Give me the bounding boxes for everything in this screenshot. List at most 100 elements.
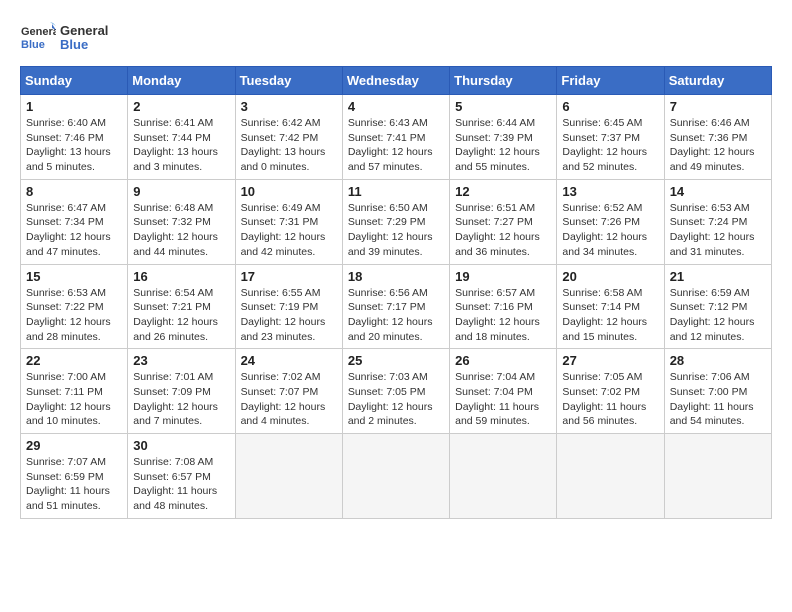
day-number: 2: [133, 99, 229, 114]
day-info: Sunrise: 7:01 AMSunset: 7:09 PMDaylight:…: [133, 370, 229, 429]
day-number: 9: [133, 184, 229, 199]
calendar-cell: 6 Sunrise: 6:45 AMSunset: 7:37 PMDaylight…: [557, 95, 664, 180]
day-number: 16: [133, 269, 229, 284]
svg-text:Blue: Blue: [21, 39, 45, 51]
calendar-week-row: 1 Sunrise: 6:40 AMSunset: 7:46 PMDaylight…: [21, 95, 772, 180]
calendar-cell: 7 Sunrise: 6:46 AMSunset: 7:36 PMDaylight…: [664, 95, 771, 180]
day-info: Sunrise: 7:07 AMSunset: 6:59 PMDaylight:…: [26, 455, 122, 514]
calendar-cell: 21Sunrise: 6:59 AMSunset: 7:12 PMDayligh…: [664, 264, 771, 349]
day-info: Sunrise: 7:03 AMSunset: 7:05 PMDaylight:…: [348, 370, 444, 429]
calendar-cell: 16 Sunrise: 6:54 AMSunset: 7:21 PMDayligh…: [128, 264, 235, 349]
day-info: Sunrise: 6:51 AMSunset: 7:27 PMDaylight:…: [455, 201, 551, 260]
calendar-cell: 25 Sunrise: 7:03 AMSunset: 7:05 PMDayligh…: [342, 349, 449, 434]
logo: General Blue General Blue: [20, 20, 108, 56]
day-number: 26: [455, 353, 551, 368]
day-info: Sunrise: 6:40 AMSunset: 7:46 PMDaylight:…: [26, 116, 122, 175]
day-number: 15: [26, 269, 122, 284]
calendar-cell: 2 Sunrise: 6:41 AMSunset: 7:44 PMDaylight…: [128, 95, 235, 180]
day-number: 17: [241, 269, 337, 284]
column-header-saturday: Saturday: [664, 67, 771, 95]
column-header-sunday: Sunday: [21, 67, 128, 95]
day-number: 28: [670, 353, 766, 368]
svg-text:General: General: [21, 26, 56, 38]
calendar-cell: 11 Sunrise: 6:50 AMSunset: 7:29 PMDayligh…: [342, 179, 449, 264]
day-number: 3: [241, 99, 337, 114]
day-info: Sunrise: 6:59 AMSunset: 7:12 PMDaylight:…: [670, 286, 766, 345]
calendar-cell: 15 Sunrise: 6:53 AMSunset: 7:22 PMDayligh…: [21, 264, 128, 349]
day-number: 20: [562, 269, 658, 284]
column-header-tuesday: Tuesday: [235, 67, 342, 95]
day-info: Sunrise: 6:58 AMSunset: 7:14 PMDaylight:…: [562, 286, 658, 345]
column-header-friday: Friday: [557, 67, 664, 95]
calendar-cell: 24Sunrise: 7:02 AMSunset: 7:07 PMDayligh…: [235, 349, 342, 434]
calendar-cell: [342, 434, 449, 519]
calendar-cell: 8Sunrise: 6:47 AMSunset: 7:34 PMDaylight…: [21, 179, 128, 264]
calendar-cell: 13 Sunrise: 6:52 AMSunset: 7:26 PMDayligh…: [557, 179, 664, 264]
calendar-cell: [450, 434, 557, 519]
calendar-cell: 1 Sunrise: 6:40 AMSunset: 7:46 PMDaylight…: [21, 95, 128, 180]
calendar-header-row: SundayMondayTuesdayWednesdayThursdayFrid…: [21, 67, 772, 95]
day-info: Sunrise: 6:53 AMSunset: 7:24 PMDaylight:…: [670, 201, 766, 260]
calendar: SundayMondayTuesdayWednesdayThursdayFrid…: [20, 66, 772, 519]
day-info: Sunrise: 7:05 AMSunset: 7:02 PMDaylight:…: [562, 370, 658, 429]
day-info: Sunrise: 6:42 AMSunset: 7:42 PMDaylight:…: [241, 116, 337, 175]
calendar-cell: 18Sunrise: 6:56 AMSunset: 7:17 PMDayligh…: [342, 264, 449, 349]
day-number: 10: [241, 184, 337, 199]
calendar-cell: 17 Sunrise: 6:55 AMSunset: 7:19 PMDayligh…: [235, 264, 342, 349]
day-info: Sunrise: 7:08 AMSunset: 6:57 PMDaylight:…: [133, 455, 229, 514]
calendar-cell: 29 Sunrise: 7:07 AMSunset: 6:59 PMDayligh…: [21, 434, 128, 519]
calendar-week-row: 15 Sunrise: 6:53 AMSunset: 7:22 PMDayligh…: [21, 264, 772, 349]
day-number: 4: [348, 99, 444, 114]
day-info: Sunrise: 7:02 AMSunset: 7:07 PMDaylight:…: [241, 370, 337, 429]
day-number: 19: [455, 269, 551, 284]
calendar-cell: 20 Sunrise: 6:58 AMSunset: 7:14 PMDayligh…: [557, 264, 664, 349]
calendar-cell: 3 Sunrise: 6:42 AMSunset: 7:42 PMDaylight…: [235, 95, 342, 180]
day-info: Sunrise: 6:48 AMSunset: 7:32 PMDaylight:…: [133, 201, 229, 260]
calendar-cell: 19Sunrise: 6:57 AMSunset: 7:16 PMDayligh…: [450, 264, 557, 349]
logo-label-blue: Blue: [60, 38, 108, 52]
day-number: 14: [670, 184, 766, 199]
day-number: 11: [348, 184, 444, 199]
day-number: 5: [455, 99, 551, 114]
calendar-cell: [235, 434, 342, 519]
day-number: 22: [26, 353, 122, 368]
day-info: Sunrise: 6:53 AMSunset: 7:22 PMDaylight:…: [26, 286, 122, 345]
day-info: Sunrise: 7:06 AMSunset: 7:00 PMDaylight:…: [670, 370, 766, 429]
calendar-week-row: 8Sunrise: 6:47 AMSunset: 7:34 PMDaylight…: [21, 179, 772, 264]
day-info: Sunrise: 6:43 AMSunset: 7:41 PMDaylight:…: [348, 116, 444, 175]
calendar-cell: 22 Sunrise: 7:00 AMSunset: 7:11 PMDayligh…: [21, 349, 128, 434]
day-info: Sunrise: 6:45 AMSunset: 7:37 PMDaylight:…: [562, 116, 658, 175]
day-number: 25: [348, 353, 444, 368]
day-info: Sunrise: 6:50 AMSunset: 7:29 PMDaylight:…: [348, 201, 444, 260]
day-info: Sunrise: 6:46 AMSunset: 7:36 PMDaylight:…: [670, 116, 766, 175]
day-number: 23: [133, 353, 229, 368]
calendar-cell: 23 Sunrise: 7:01 AMSunset: 7:09 PMDayligh…: [128, 349, 235, 434]
calendar-cell: 5Sunrise: 6:44 AMSunset: 7:39 PMDaylight…: [450, 95, 557, 180]
day-number: 1: [26, 99, 122, 114]
calendar-cell: 4 Sunrise: 6:43 AMSunset: 7:41 PMDaylight…: [342, 95, 449, 180]
calendar-cell: [557, 434, 664, 519]
calendar-cell: [664, 434, 771, 519]
day-info: Sunrise: 6:52 AMSunset: 7:26 PMDaylight:…: [562, 201, 658, 260]
calendar-cell: 12 Sunrise: 6:51 AMSunset: 7:27 PMDayligh…: [450, 179, 557, 264]
day-info: Sunrise: 6:56 AMSunset: 7:17 PMDaylight:…: [348, 286, 444, 345]
day-info: Sunrise: 6:41 AMSunset: 7:44 PMDaylight:…: [133, 116, 229, 175]
day-number: 7: [670, 99, 766, 114]
column-header-monday: Monday: [128, 67, 235, 95]
day-number: 29: [26, 438, 122, 453]
page-header: General Blue General Blue: [20, 20, 772, 56]
calendar-week-row: 29 Sunrise: 7:07 AMSunset: 6:59 PMDayligh…: [21, 434, 772, 519]
column-header-thursday: Thursday: [450, 67, 557, 95]
calendar-cell: 30Sunrise: 7:08 AMSunset: 6:57 PMDayligh…: [128, 434, 235, 519]
day-number: 27: [562, 353, 658, 368]
day-info: Sunrise: 6:55 AMSunset: 7:19 PMDaylight:…: [241, 286, 337, 345]
day-info: Sunrise: 6:49 AMSunset: 7:31 PMDaylight:…: [241, 201, 337, 260]
day-number: 13: [562, 184, 658, 199]
day-info: Sunrise: 7:00 AMSunset: 7:11 PMDaylight:…: [26, 370, 122, 429]
day-number: 8: [26, 184, 122, 199]
day-info: Sunrise: 6:54 AMSunset: 7:21 PMDaylight:…: [133, 286, 229, 345]
day-number: 6: [562, 99, 658, 114]
column-header-wednesday: Wednesday: [342, 67, 449, 95]
day-number: 12: [455, 184, 551, 199]
calendar-week-row: 22 Sunrise: 7:00 AMSunset: 7:11 PMDayligh…: [21, 349, 772, 434]
